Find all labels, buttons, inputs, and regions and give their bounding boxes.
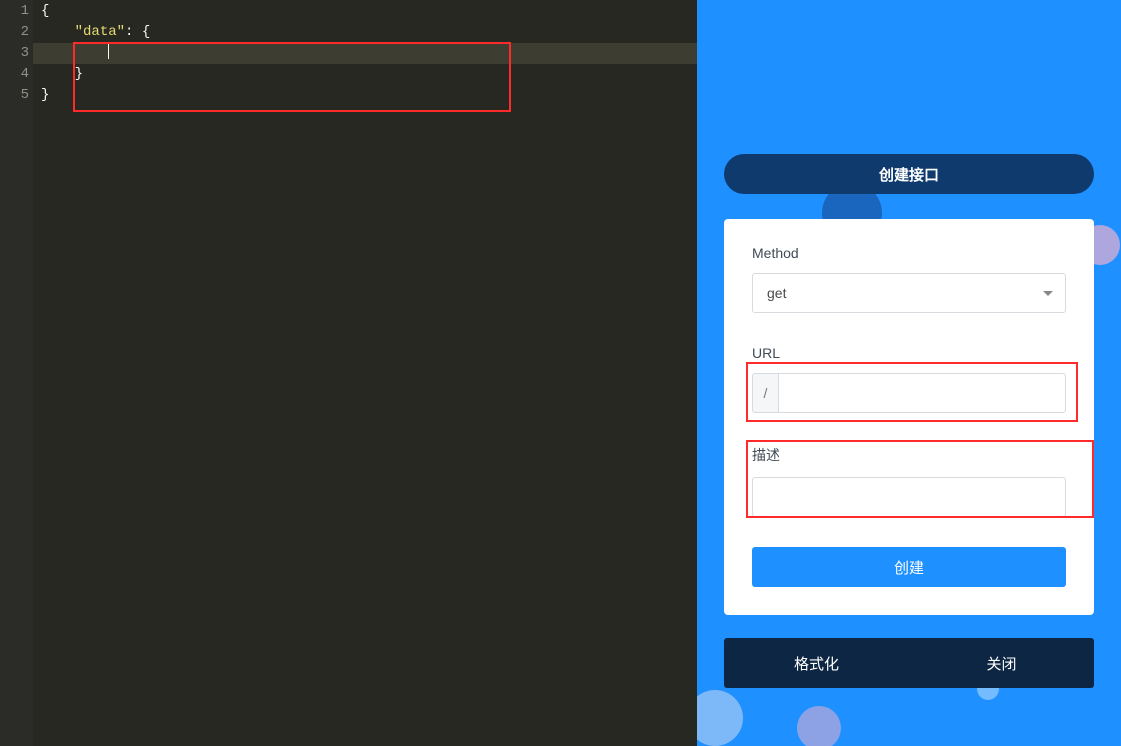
format-button[interactable]: 格式化 xyxy=(724,638,909,688)
create-button-label: 创建 xyxy=(894,560,924,577)
panel-header-label: 创建接口 xyxy=(879,164,939,185)
footer-bar: 格式化 关闭 xyxy=(724,638,1094,688)
description-input[interactable] xyxy=(752,477,1066,517)
create-button[interactable]: 创建 xyxy=(752,547,1066,587)
method-select-value: get xyxy=(767,285,786,301)
code-line[interactable]: } xyxy=(33,64,697,85)
decorative-bubble xyxy=(797,706,841,746)
format-button-label: 格式化 xyxy=(794,653,839,674)
code-line-active[interactable] xyxy=(33,43,697,64)
text-cursor xyxy=(108,43,109,59)
line-number: 5 xyxy=(0,85,33,106)
description-label: 描述 xyxy=(752,445,1066,465)
create-api-panel: 创建接口 Method get URL / 描述 创建 格式化 关闭 xyxy=(697,0,1121,746)
code-line[interactable]: } xyxy=(33,85,697,106)
panel-header: 创建接口 xyxy=(724,154,1094,194)
close-button-label: 关闭 xyxy=(986,653,1016,674)
url-label: URL xyxy=(752,345,1066,361)
url-input[interactable] xyxy=(778,373,1066,413)
code-editor[interactable]: 1▾ 2▾ 3 4 5 { "data": { } } xyxy=(0,0,697,746)
form-card: Method get URL / 描述 创建 xyxy=(724,219,1094,615)
chevron-down-icon xyxy=(1043,291,1053,296)
line-number: 4 xyxy=(0,64,33,85)
method-label: Method xyxy=(752,245,1066,261)
editor-code-area[interactable]: { "data": { } } xyxy=(33,0,697,746)
decorative-bubble xyxy=(697,690,743,746)
editor-gutter: 1▾ 2▾ 3 4 5 xyxy=(0,0,33,746)
line-number: 3 xyxy=(0,43,33,64)
code-line[interactable]: "data": { xyxy=(33,22,697,43)
line-number: 1▾ xyxy=(0,1,33,22)
url-prefix: / xyxy=(752,373,778,413)
method-select[interactable]: get xyxy=(752,273,1066,313)
code-line[interactable]: { xyxy=(33,1,697,22)
url-field-row: / xyxy=(752,373,1066,413)
line-number: 2▾ xyxy=(0,22,33,43)
close-button[interactable]: 关闭 xyxy=(909,638,1094,688)
